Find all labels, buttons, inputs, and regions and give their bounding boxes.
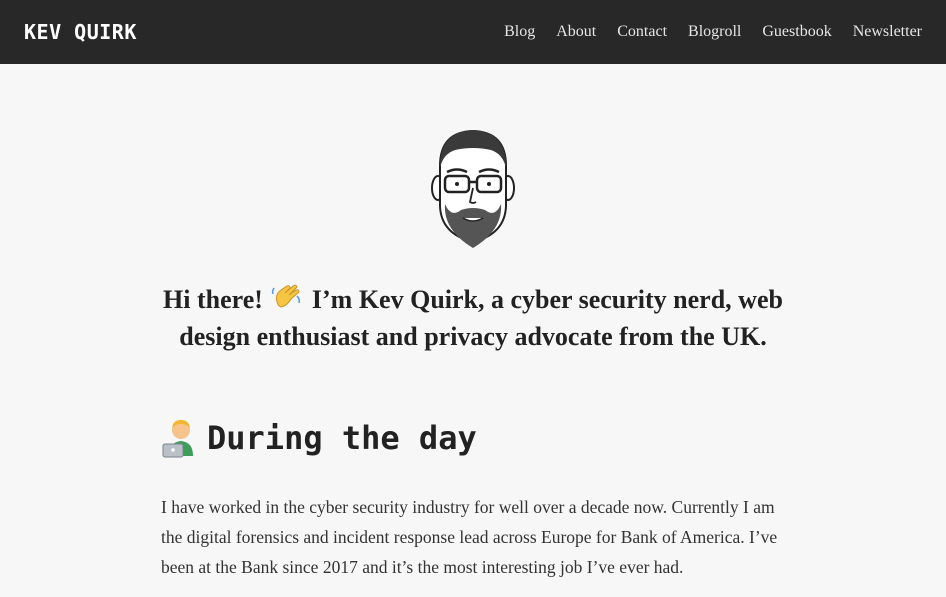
avatar-icon [431, 126, 515, 254]
nav-link-guestbook[interactable]: Guestbook [762, 23, 831, 41]
technologist-icon [161, 418, 199, 458]
nav-link-contact[interactable]: Contact [617, 23, 667, 41]
main-nav: Blog About Contact Blogroll Guestbook Ne… [504, 23, 922, 41]
intro-text: I’m Kev Quirk, a cyber security nerd, we… [179, 285, 783, 351]
nav-link-newsletter[interactable]: Newsletter [853, 23, 922, 41]
nav-link-blog[interactable]: Blog [504, 23, 535, 41]
waving-hand-icon [271, 282, 303, 312]
section-heading: During the day [161, 418, 477, 458]
intro-heading: Hi there! I’m Kev Quirk, a cyber securit… [140, 281, 806, 355]
site-header: KEV QUIRK Blog About Contact Blogroll Gu… [0, 0, 946, 64]
nav-link-about[interactable]: About [556, 23, 596, 41]
site-logo[interactable]: KEV QUIRK [24, 20, 137, 44]
intro-greeting: Hi there! [163, 285, 263, 314]
nav-link-blogroll[interactable]: Blogroll [688, 23, 741, 41]
section-paragraph: I have worked in the cyber security indu… [161, 497, 778, 577]
section-title: During the day [207, 419, 477, 457]
